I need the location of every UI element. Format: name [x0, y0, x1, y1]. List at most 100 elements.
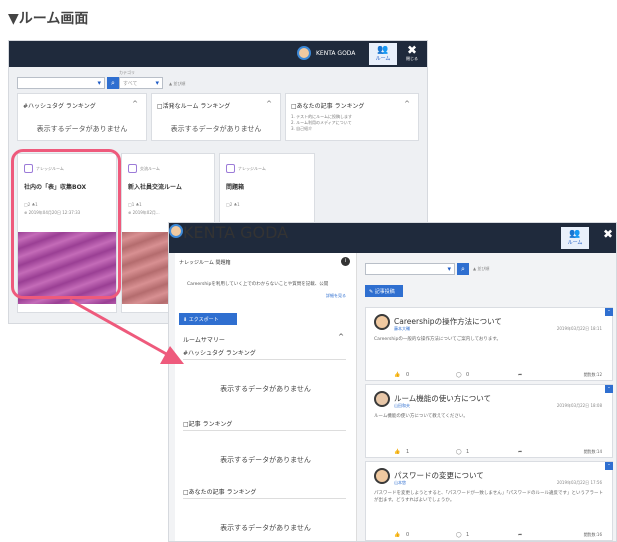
- section-title: #ハッシュタグ ランキング: [183, 350, 256, 357]
- like-icon[interactable]: 👍: [394, 372, 400, 378]
- summary-title: ルームサマリー: [183, 337, 225, 344]
- room-counts: □2 ♣1: [226, 202, 240, 207]
- share-icon[interactable]: ➦: [518, 532, 522, 538]
- share-icon[interactable]: ➦: [518, 449, 522, 455]
- info-icon[interactable]: i: [341, 257, 350, 266]
- detail-link[interactable]: 詳細を見る: [326, 293, 346, 299]
- keyword-select[interactable]: ▾: [365, 263, 455, 275]
- app-header: KENTA GODA 👥 ルーム ✖: [169, 223, 616, 253]
- share-icon[interactable]: ➦: [518, 372, 522, 378]
- no-data-text: 表示するデータがありません: [36, 125, 128, 133]
- filter-label: カテゴリ: [119, 70, 135, 75]
- close-button[interactable]: ✖ 閉じる: [401, 43, 423, 65]
- post-title[interactable]: Careershipの操作方法について: [394, 316, 502, 327]
- room-type: 交流ルーム: [140, 166, 160, 171]
- room-button-label: ルーム: [567, 240, 583, 246]
- room-type: ナレッジルーム: [238, 166, 266, 171]
- user-name: KENTA GODA: [183, 223, 289, 242]
- post-author[interactable]: 山田和夫: [394, 403, 410, 409]
- divider: [183, 430, 346, 431]
- room-title: 新入社員交流ルーム: [128, 184, 182, 191]
- new-post-button[interactable]: ✎ 記事投稿: [365, 285, 403, 297]
- panel-title: #ハッシュタグ ランキング: [23, 103, 96, 110]
- sort-label[interactable]: ▲ 並び順: [169, 81, 185, 87]
- chevron-down-icon: ▾: [97, 79, 101, 87]
- panel-title: □活発なルーム ランキング: [157, 103, 231, 110]
- search-icon: ⌕: [111, 79, 115, 87]
- like-count: 1: [406, 449, 410, 455]
- post-card[interactable]: - Careershipの操作方法について 藤本大輔 2019年03月22日 1…: [365, 307, 613, 381]
- new-post-label: 記事投稿: [374, 289, 395, 295]
- room-icon: [226, 164, 235, 173]
- no-data-text: 表示するデータがありません: [170, 125, 262, 133]
- avatar: [374, 314, 390, 330]
- search-button[interactable]: ⌕: [457, 263, 469, 275]
- collapse-icon[interactable]: ^: [132, 100, 138, 108]
- post-body: パスワードを変更しようとすると、「パスワードが一致しません」「パスワードのルール…: [374, 491, 604, 503]
- divider: [183, 359, 346, 360]
- chevron-down-icon: ▾: [155, 79, 159, 87]
- menu-icon[interactable]: -: [605, 385, 613, 393]
- people-icon: 👥: [377, 45, 389, 55]
- comment-icon[interactable]: ◯: [456, 449, 462, 455]
- room-button[interactable]: 👥 ルーム: [369, 43, 397, 65]
- active-room-ranking-panel: □活発なルーム ランキング ^ 表示するデータがありません: [151, 93, 281, 141]
- avatar: [374, 468, 390, 484]
- category-select[interactable]: すべて ▾: [119, 77, 163, 89]
- post-body: Careershipの一般的な操作方法についてご案内しております。: [374, 337, 501, 342]
- highlight-frame: [11, 149, 121, 299]
- comment-count: 0: [466, 372, 470, 378]
- close-icon: ✖: [406, 43, 418, 57]
- keyword-select[interactable]: ▾: [17, 77, 105, 89]
- sort-label[interactable]: ▲ 並び順: [473, 266, 489, 272]
- view-count: 閲覧数:14: [583, 449, 602, 454]
- comment-icon[interactable]: ◯: [456, 532, 462, 538]
- post-author[interactable]: 藤本大輔: [394, 326, 410, 332]
- like-count: 0: [406, 372, 410, 378]
- no-data-text: 表示するデータがありません: [220, 385, 311, 393]
- breadcrumb: ナレッジルーム 問題箱: [179, 260, 231, 266]
- post-card[interactable]: - パスワードの変更について 山本悠 2019年03月22日 17:56 パスワ…: [365, 461, 613, 541]
- menu-icon[interactable]: -: [605, 308, 613, 316]
- room-title: 問題箱: [226, 184, 245, 191]
- user-menu[interactable]: KENTA GODA: [297, 46, 355, 60]
- room-description: Careershipを利用していく上でのわからないことや質問を記載、公開: [187, 282, 329, 287]
- close-button[interactable]: ✖: [597, 227, 616, 249]
- page-caption: ▼ルーム画面: [8, 11, 89, 27]
- like-icon[interactable]: 👍: [394, 532, 400, 538]
- menu-icon[interactable]: -: [605, 462, 613, 470]
- room-counts: □1 ♣1: [128, 202, 142, 207]
- comment-icon[interactable]: ◯: [456, 372, 462, 378]
- room-icon: [128, 164, 137, 173]
- avatar: [297, 46, 311, 60]
- post-card[interactable]: - ルーム機能の使い方について 山田和夫 2019年03月22日 18:08 ル…: [365, 384, 613, 458]
- no-data-text: 表示するデータがありません: [220, 524, 311, 532]
- post-date: 2019年03月22日 18:11: [556, 326, 602, 331]
- room-button[interactable]: 👥 ルーム: [561, 227, 589, 249]
- post-title[interactable]: パスワードの変更について: [394, 470, 484, 481]
- left-panel: ナレッジルーム 問題箱 i Careershipを利用していく上でのわからないこ…: [175, 253, 357, 541]
- room-date: ⊕ 2019年02月...: [128, 210, 160, 215]
- like-icon[interactable]: 👍: [394, 449, 400, 455]
- export-label: エクスポート: [188, 317, 219, 323]
- like-count: 0: [406, 532, 410, 538]
- avatar: [374, 391, 390, 407]
- post-date: 2019年03月22日 18:08: [556, 403, 602, 408]
- export-button[interactable]: ⬇ エクスポート: [179, 313, 237, 325]
- collapse-icon[interactable]: ^: [266, 100, 272, 108]
- chevron-down-icon: ▾: [447, 265, 451, 273]
- section-title: □記事 ランキング: [183, 421, 233, 428]
- search-icon: ⌕: [461, 265, 465, 273]
- view-count: 閲覧数:12: [583, 372, 602, 377]
- collapse-icon[interactable]: ^: [404, 100, 410, 108]
- user-menu[interactable]: KENTA GODA: [169, 223, 616, 242]
- ranking-row[interactable]: 3. 自己紹介: [291, 126, 312, 132]
- search-button[interactable]: ⌕: [107, 77, 119, 89]
- comment-count: 1: [466, 449, 470, 455]
- view-count: 閲覧数:16: [583, 532, 602, 537]
- collapse-icon[interactable]: ^: [338, 333, 344, 341]
- post-author[interactable]: 山本悠: [394, 480, 406, 486]
- hashtag-ranking-panel: #ハッシュタグ ランキング ^ 表示するデータがありません: [17, 93, 147, 141]
- close-icon: ✖: [602, 227, 614, 241]
- panel-title: □あなたの記事 ランキング: [291, 103, 365, 110]
